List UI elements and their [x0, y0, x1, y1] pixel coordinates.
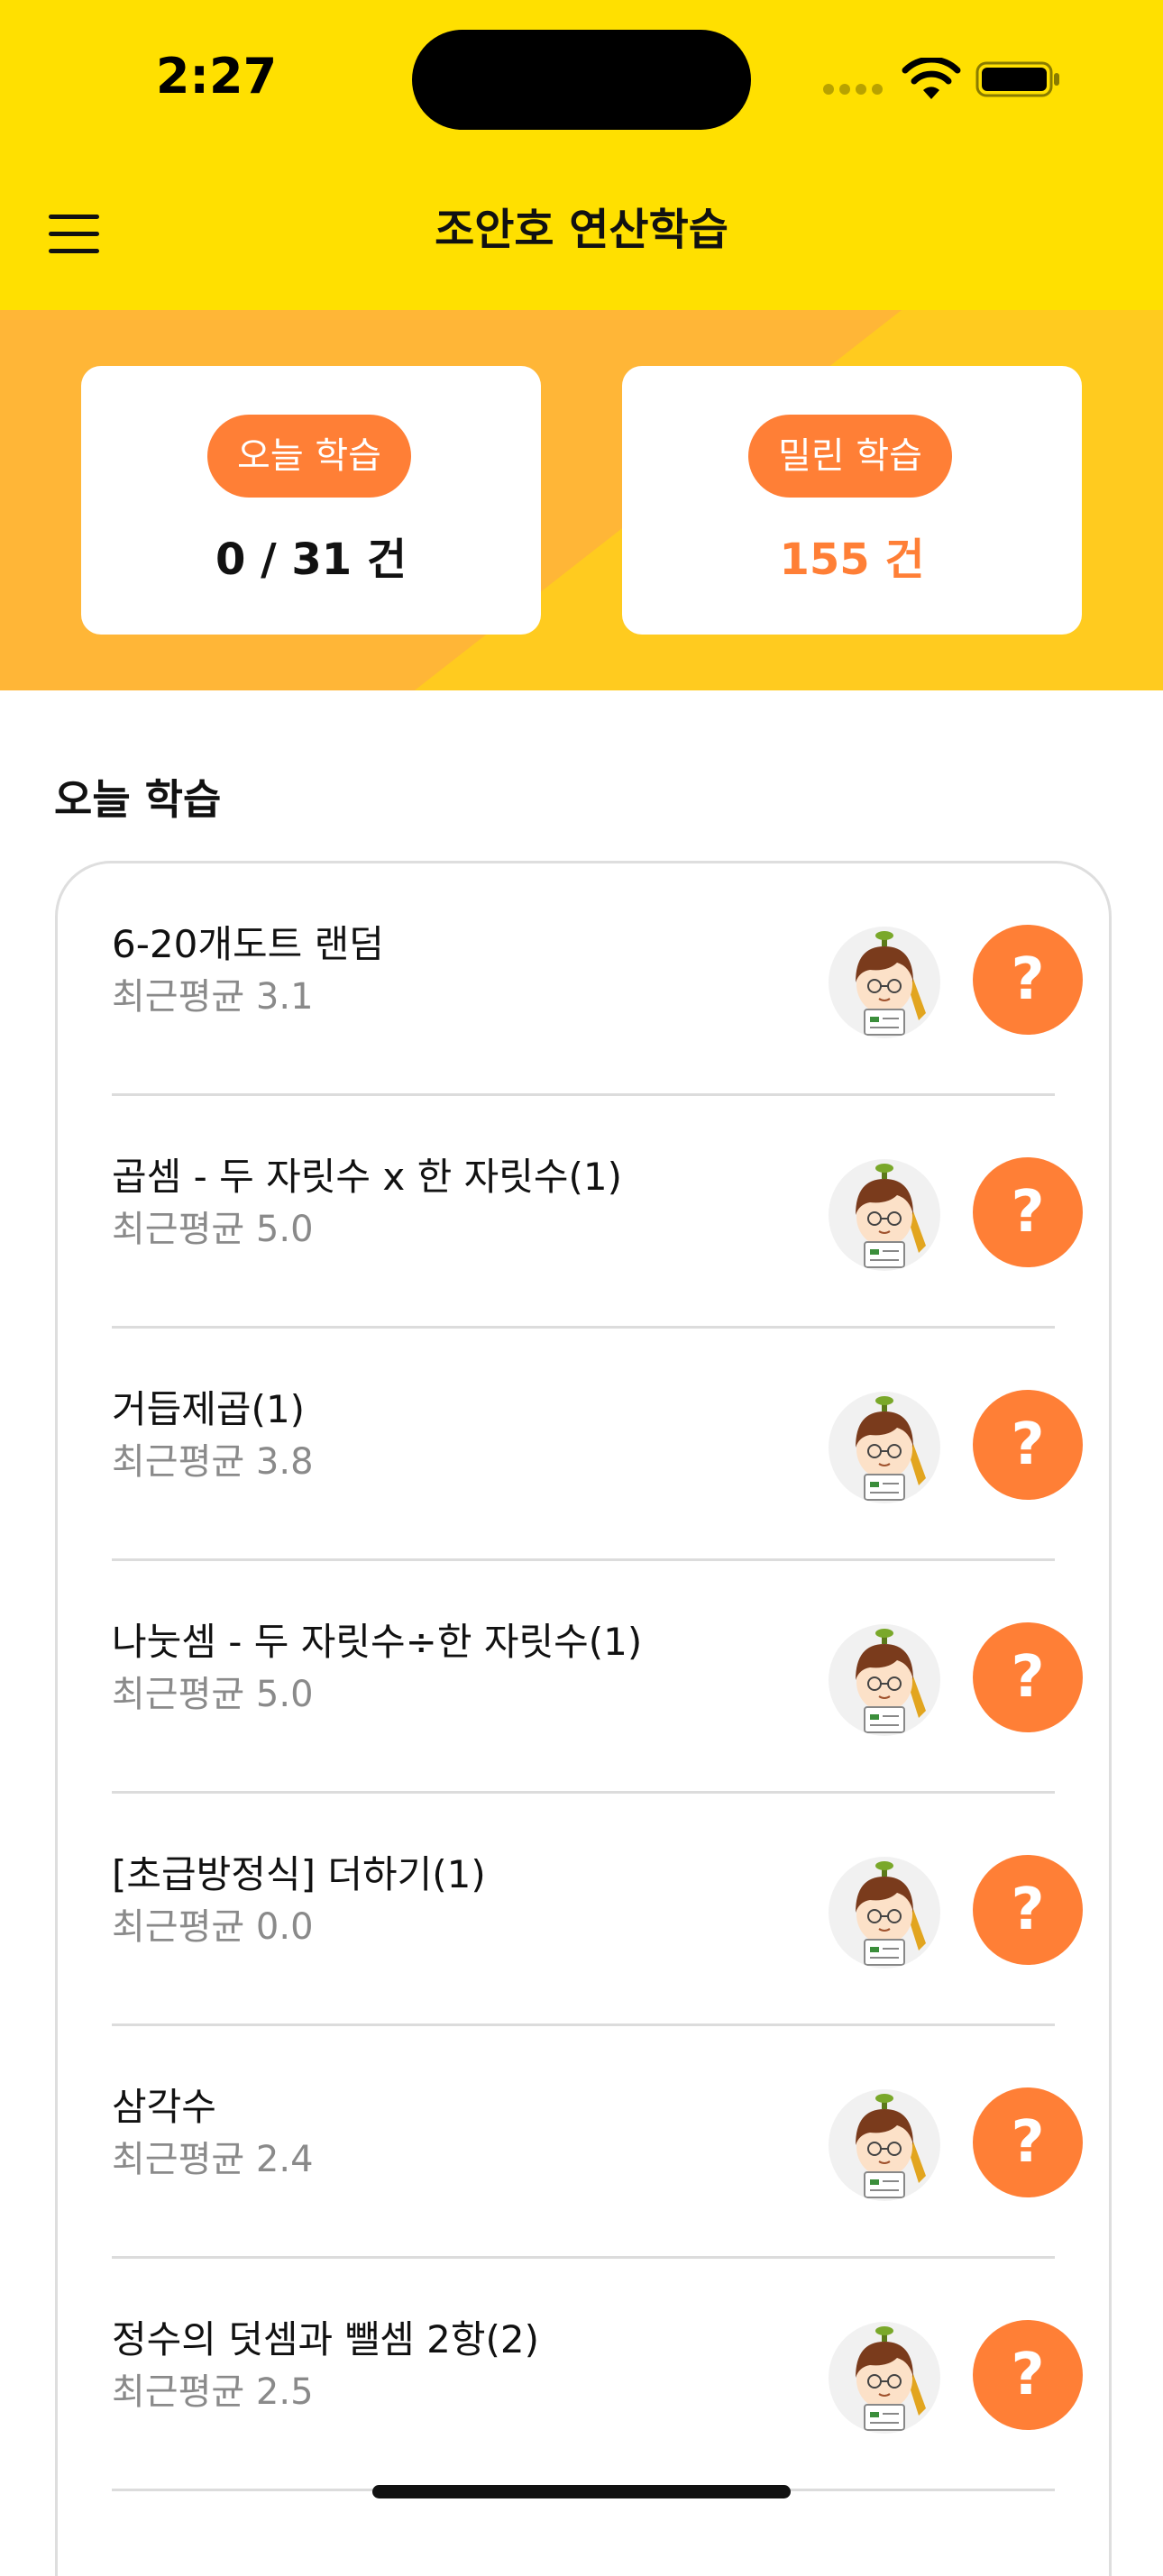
- help-button[interactable]: ?: [973, 1855, 1083, 1965]
- status-time: 2:27: [155, 48, 278, 105]
- summary-band: 오늘 학습 0 / 31 건 밀린 학습 155 건: [0, 310, 1163, 690]
- item-title: [초급방정식] 더하기(1): [112, 1852, 486, 1896]
- list-item[interactable]: 거듭제곱(1) 최근평균 3.8 ?: [112, 1329, 1083, 1561]
- character-avatar-icon: [829, 927, 940, 1038]
- character-avatar-icon: [829, 2322, 940, 2434]
- help-button[interactable]: ?: [973, 2320, 1083, 2430]
- item-title: 삼각수: [112, 2085, 216, 2129]
- character-avatar-icon: [829, 1624, 940, 1736]
- character-avatar-icon: [829, 2089, 940, 2201]
- today-count: 0 / 31 건: [215, 534, 408, 585]
- character-avatar-icon: [829, 1392, 940, 1503]
- item-title: 나눗셈 - 두 자릿수÷한 자릿수(1): [112, 1620, 643, 1664]
- today-label-badge: 오늘 학습: [207, 415, 411, 498]
- page-title: 조안호 연산학습: [435, 205, 728, 255]
- navigation-bar: 조안호 연산학습: [0, 171, 1163, 306]
- item-recent-average: 최근평균 5.0: [112, 1209, 314, 1250]
- help-button[interactable]: ?: [973, 1157, 1083, 1267]
- overdue-label-badge: 밀린 학습: [748, 415, 952, 498]
- section-title: 오늘 학습: [54, 775, 222, 824]
- list-item[interactable]: 6-20개도트 랜덤 최근평균 3.1 ?: [112, 863, 1083, 1096]
- today-study-list: 6-20개도트 랜덤 최근평균 3.1 ? 곱셈 - 두 자릿수 x 한 자릿수…: [55, 861, 1112, 2576]
- item-recent-average: 최근평균 2.4: [112, 2139, 314, 2180]
- wifi-icon: [902, 58, 961, 99]
- item-title: 6-20개도트 랜덤: [112, 922, 384, 966]
- list-item[interactable]: [초급방정식] 더하기(1) 최근평균 0.0 ?: [112, 1794, 1083, 2026]
- list-item[interactable]: 삼각수 최근평균 2.4 ?: [112, 2026, 1083, 2259]
- hamburger-menu-icon[interactable]: [49, 215, 103, 254]
- help-button[interactable]: ?: [973, 1390, 1083, 1500]
- item-title: 거듭제곱(1): [112, 1387, 306, 1431]
- character-avatar-icon: [829, 1159, 940, 1271]
- list-item[interactable]: 곱셈 - 두 자릿수 x 한 자릿수(1) 최근평균 5.0 ?: [112, 1096, 1083, 1329]
- item-recent-average: 최근평균 3.1: [112, 976, 314, 1018]
- item-title: 곱셈 - 두 자릿수 x 한 자릿수(1): [112, 1155, 623, 1199]
- character-avatar-icon: [829, 1857, 940, 1969]
- dynamic-island: [412, 30, 751, 130]
- today-summary-card[interactable]: 오늘 학습 0 / 31 건: [81, 366, 541, 635]
- status-bar: 2:27: [0, 0, 1163, 153]
- item-recent-average: 최근평균 0.0: [112, 1906, 314, 1948]
- overdue-count: 155 건: [779, 534, 925, 585]
- list-item[interactable]: 정수의 덧셈과 뺄셈 2항(2) 최근평균 2.5 ?: [112, 2259, 1083, 2491]
- item-recent-average: 최근평균 5.0: [112, 1674, 314, 1715]
- item-title: 정수의 덧셈과 뺄셈 2항(2): [112, 2317, 540, 2361]
- help-button[interactable]: ?: [973, 925, 1083, 1035]
- help-button[interactable]: ?: [973, 2087, 1083, 2197]
- home-indicator[interactable]: [372, 2485, 791, 2498]
- item-recent-average: 최근평균 2.5: [112, 2371, 314, 2413]
- list-item[interactable]: 나눗셈 - 두 자릿수÷한 자릿수(1) 최근평균 5.0 ?: [112, 1561, 1083, 1794]
- help-button[interactable]: ?: [973, 1622, 1083, 1732]
- overdue-summary-card[interactable]: 밀린 학습 155 건: [622, 366, 1082, 635]
- battery-icon: [975, 61, 1059, 97]
- cellular-signal-icon: [823, 84, 886, 96]
- item-recent-average: 최근평균 3.8: [112, 1441, 314, 1483]
